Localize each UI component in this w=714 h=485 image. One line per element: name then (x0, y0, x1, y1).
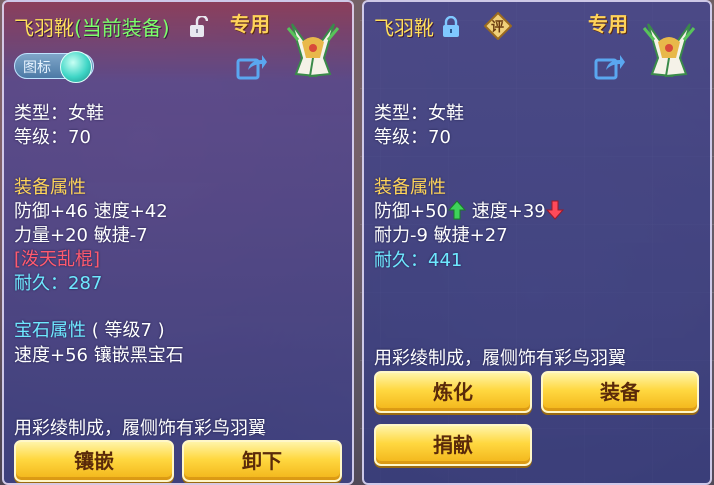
lock-open-icon[interactable] (188, 16, 208, 38)
item-name: 飞羽靴 (14, 16, 74, 40)
share-icon[interactable] (594, 52, 626, 80)
rate-badge-label: 评 (491, 20, 505, 35)
item-description: 用彩绫制成，履侧饰有彩鸟羽翼 (14, 418, 266, 439)
special-skill: [泼天乱棍] (14, 249, 101, 270)
stat-line-1: 防御+46 速度+42 (14, 201, 168, 222)
durability-label: 耐久： (14, 273, 68, 294)
special-label: 专用 (230, 12, 270, 36)
toggle-knob (60, 51, 92, 83)
item-type: 类型：女鞋 (374, 103, 464, 124)
compare-item-panel: 飞羽靴 评 专用 类型：女鞋 等级：70 装备属性 防御+50 速度+39 耐力… (362, 0, 712, 485)
durability-value: 441 (428, 250, 463, 271)
lock-closed-icon[interactable] (442, 16, 460, 38)
game-stage: 飞羽靴(当前装备) 专用 图标 类型：女鞋 等级：70 装备属性 防御+46 速… (0, 0, 714, 485)
item-type: 类型：女鞋 (14, 103, 104, 124)
refine-button[interactable]: 炼化 (374, 371, 532, 413)
unequip-button[interactable]: 卸下 (182, 440, 342, 482)
stat-line-2: 耐力-9 敏捷+27 (374, 225, 508, 246)
durability: 耐久：441 (374, 246, 462, 272)
stat-defense: 防御+50 (374, 201, 448, 222)
arrow-up-icon (448, 200, 466, 220)
stat-line-2: 力量+20 敏捷-7 (14, 225, 148, 246)
durability: 耐久：287 (14, 269, 102, 295)
item-title: 飞羽靴(当前装备) (14, 12, 170, 41)
item-level: 等级：70 (374, 127, 451, 148)
boot-item-icon (642, 23, 696, 78)
equip-button[interactable]: 装备 (541, 371, 699, 413)
gem-line: 速度+56 镶嵌黑宝石 (14, 345, 184, 366)
durability-label: 耐久： (374, 250, 428, 271)
stat-line-1: 防御+50 速度+39 (374, 197, 564, 223)
icon-toggle[interactable]: 图标 (14, 51, 94, 83)
item-description: 用彩绫制成，履侧饰有彩鸟羽翼 (374, 348, 626, 369)
arrow-down-icon (545, 200, 564, 220)
share-icon[interactable] (236, 52, 268, 80)
gem-attr: 宝石属性 ( 等级7 ) (14, 316, 165, 342)
item-title: 飞羽靴 (374, 12, 434, 41)
equipped-item-panel: 飞羽靴(当前装备) 专用 图标 类型：女鞋 等级：70 装备属性 防御+46 速… (2, 0, 354, 485)
special-label: 专用 (588, 12, 628, 36)
icon-toggle-label: 图标 (23, 60, 51, 76)
gem-level: ( 等级7 ) (91, 320, 165, 341)
item-level: 等级：70 (14, 127, 91, 148)
gem-heading: 宝石属性 (14, 320, 86, 341)
donate-button[interactable]: 捐献 (374, 424, 532, 466)
equipped-status: (当前装备) (74, 16, 170, 40)
rate-badge[interactable]: 评 (483, 11, 513, 41)
stat-speed: 速度+39 (471, 201, 546, 222)
boot-item-icon (286, 23, 340, 78)
attr-heading: 装备属性 (14, 177, 86, 198)
attr-heading: 装备属性 (374, 177, 446, 198)
inlay-button[interactable]: 镶嵌 (14, 440, 174, 482)
durability-value: 287 (68, 273, 103, 294)
item-name: 飞羽靴 (374, 16, 434, 40)
